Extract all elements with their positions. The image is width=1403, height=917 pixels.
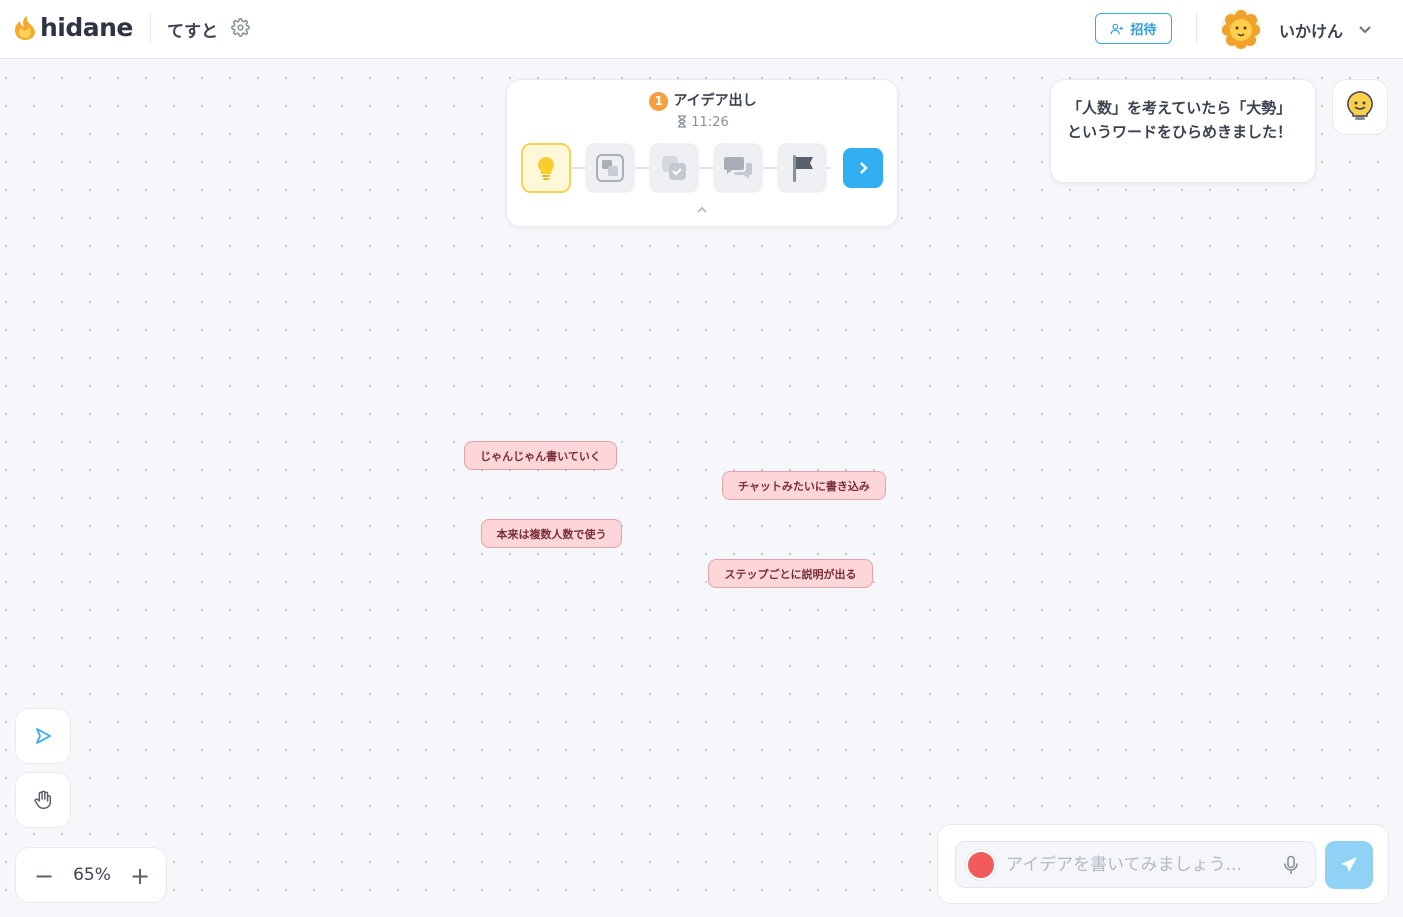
lightbulb-icon bbox=[538, 157, 554, 180]
idea-note-text: 本来は複数人数で使う bbox=[496, 527, 607, 541]
chevron-up-icon[interactable] bbox=[695, 205, 709, 215]
hint-toggle-button[interactable] bbox=[1332, 79, 1388, 135]
select-tool-button[interactable] bbox=[15, 708, 71, 764]
header-divider bbox=[1196, 12, 1197, 44]
zoom-out-button[interactable]: − bbox=[30, 862, 58, 890]
idea-note-text: チャットみたいに書き込み bbox=[738, 479, 870, 493]
idea-input-bar bbox=[937, 824, 1389, 904]
app-header: hidane てすと 招待 いかけん bbox=[0, 0, 1403, 59]
group-cards-icon bbox=[596, 154, 624, 182]
step-number-badge: 1 bbox=[649, 91, 669, 111]
lion-avatar-icon[interactable] bbox=[1220, 8, 1262, 50]
step-grouping-button[interactable] bbox=[585, 143, 635, 193]
step-title: 1 アイデア出し bbox=[507, 90, 899, 111]
step-timer: 11:26 bbox=[507, 115, 899, 130]
chevron-right-icon bbox=[860, 162, 868, 174]
timer-text: 11:26 bbox=[691, 115, 729, 130]
chevron-down-icon[interactable] bbox=[1357, 22, 1373, 36]
idea-input[interactable] bbox=[1006, 842, 1276, 887]
hand-icon bbox=[34, 790, 52, 809]
idea-note-text: ステップごとに説明が出る bbox=[724, 567, 857, 581]
idea-note[interactable]: 本来は複数人数で使う bbox=[481, 519, 622, 548]
zoom-level: 65% bbox=[73, 865, 111, 885]
step-voting-button[interactable] bbox=[649, 143, 699, 193]
step-finish-button[interactable] bbox=[777, 143, 827, 193]
step-ideation-button[interactable] bbox=[521, 143, 571, 193]
gear-icon[interactable] bbox=[231, 18, 250, 37]
lightbulb-face-icon bbox=[1347, 91, 1373, 120]
step-title-text: アイデア出し bbox=[673, 93, 757, 109]
send-icon bbox=[1341, 857, 1357, 872]
room-name: てすと bbox=[167, 22, 218, 42]
microphone-icon[interactable] bbox=[1282, 855, 1300, 875]
idea-note[interactable]: じゃんじゃん書いていく bbox=[464, 441, 617, 470]
hourglass-icon bbox=[678, 115, 687, 128]
idea-input-wrapper bbox=[955, 841, 1316, 888]
flame-logo-icon bbox=[15, 15, 35, 40]
step-list bbox=[521, 143, 885, 193]
idea-note[interactable]: チャットみたいに書き込み bbox=[722, 471, 886, 500]
invite-label: 招待 bbox=[1130, 23, 1157, 38]
step-panel: 1 アイデア出し 11:26 bbox=[506, 79, 898, 227]
hint-text: 「人数」を考えていたら「大勢」というワードをひらめきました！ bbox=[1067, 99, 1293, 141]
hint-bubble: 「人数」を考えていたら「大勢」というワードをひらめきました！ bbox=[1050, 79, 1316, 183]
add-user-icon bbox=[1111, 23, 1124, 34]
logo[interactable]: hidane bbox=[12, 13, 133, 42]
step-discussion-button[interactable] bbox=[713, 143, 763, 193]
vote-check-icon bbox=[662, 156, 686, 180]
idea-note-text: じゃんじゃん書いていく bbox=[480, 449, 601, 463]
zoom-control: − 65% + bbox=[15, 847, 167, 903]
send-button[interactable] bbox=[1325, 841, 1373, 889]
hand-tool-button[interactable] bbox=[15, 772, 71, 828]
note-color-picker[interactable] bbox=[966, 850, 996, 880]
flag-icon bbox=[793, 155, 813, 182]
header-divider bbox=[150, 12, 151, 44]
idea-note[interactable]: ステップごとに説明が出る bbox=[708, 559, 873, 588]
invite-button[interactable]: 招待 bbox=[1095, 13, 1172, 44]
discussion-icon bbox=[724, 157, 752, 179]
pointer-icon bbox=[36, 728, 51, 744]
next-step-button[interactable] bbox=[843, 148, 883, 188]
zoom-in-button[interactable]: + bbox=[126, 862, 154, 890]
logo-text: hidane bbox=[40, 13, 133, 42]
user-name[interactable]: いかけん bbox=[1279, 18, 1343, 42]
